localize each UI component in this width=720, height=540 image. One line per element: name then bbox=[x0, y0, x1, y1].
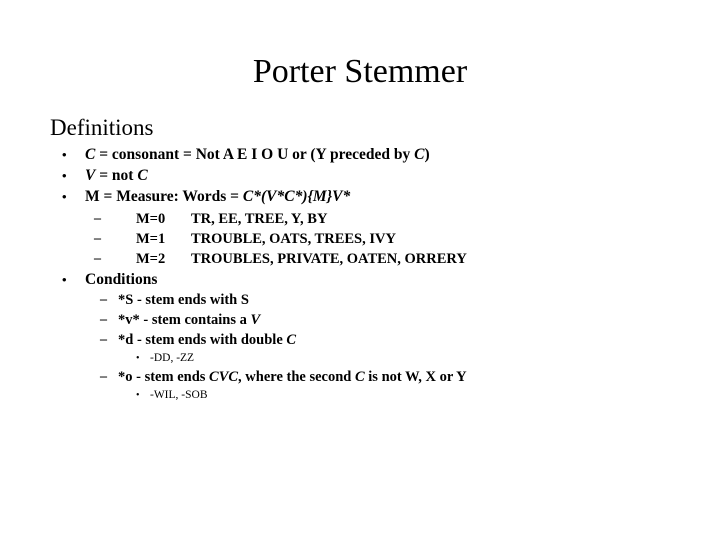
list-item: • -WIL, -SOB bbox=[50, 387, 710, 404]
section-heading-definitions: Definitions bbox=[50, 115, 154, 140]
dash-marker-icon: – bbox=[100, 369, 107, 384]
list-item: • -DD, -ZZ bbox=[50, 350, 710, 367]
dash-marker-icon: – bbox=[100, 312, 107, 327]
page-title: Porter Stemmer bbox=[252, 53, 468, 90]
symbol-c: C bbox=[85, 146, 96, 163]
symbol-c-2: C bbox=[414, 146, 425, 163]
dash-marker-icon: – bbox=[100, 292, 107, 307]
formula-symbol-v-2: V bbox=[332, 188, 343, 205]
symbol-c: C bbox=[354, 369, 365, 385]
list-item: • M = Measure: Words = C*(V*C*){M}V* bbox=[50, 186, 710, 207]
condition-text: - stem ends with S bbox=[133, 292, 249, 308]
condition-code: *S bbox=[118, 292, 134, 308]
measure-examples: TR, EE, TREE, Y, BY bbox=[191, 211, 328, 227]
condition-example: -WIL, -SOB bbox=[150, 389, 208, 401]
measure-label: M=1 bbox=[136, 231, 166, 247]
bullet-marker-icon: • bbox=[62, 147, 67, 162]
formula-symbol-v: V bbox=[266, 188, 277, 205]
list-item: – *v* - stem contains a V bbox=[50, 310, 710, 330]
condition-code: *v* bbox=[118, 312, 140, 328]
measure-lead-text: M = Measure: Words = bbox=[85, 188, 243, 205]
condition-example: -DD, -ZZ bbox=[150, 352, 195, 364]
symbol-v: V bbox=[85, 167, 96, 184]
list-item: • C = consonant = Not A E I O U or (Y pre… bbox=[50, 144, 710, 165]
condition-text-3: is not W, X or Y bbox=[364, 369, 467, 385]
dot-marker-icon: • bbox=[136, 390, 140, 401]
condition-code: *o bbox=[118, 369, 133, 385]
condition-text: - stem ends bbox=[132, 369, 210, 385]
symbol-c: C bbox=[137, 167, 148, 184]
bullet-marker-icon: • bbox=[62, 168, 67, 183]
measure-examples: TROUBLE, OATS, TREES, IVY bbox=[191, 231, 396, 247]
measure-examples: TROUBLES, PRIVATE, OATEN, ORRERY bbox=[191, 251, 467, 267]
slide-canvas: Porter Stemmer Definitions • C = consonan… bbox=[0, 0, 720, 540]
condition-text: - stem contains a bbox=[139, 312, 251, 328]
definition-text: = not bbox=[95, 167, 138, 184]
symbol-c: C bbox=[286, 332, 297, 348]
list-item: • V = not C bbox=[50, 165, 710, 186]
conditions-heading: Conditions bbox=[85, 271, 158, 288]
formula-symbol-m: M bbox=[312, 188, 327, 205]
formula-symbol-c-2: C bbox=[284, 188, 295, 205]
dash-marker-icon: – bbox=[100, 332, 107, 347]
dot-marker-icon: • bbox=[136, 353, 140, 364]
condition-code: *d bbox=[118, 332, 134, 348]
formula-part: * bbox=[342, 188, 351, 205]
measure-label: M=2 bbox=[136, 251, 166, 267]
list-item: – M=2 TROUBLES, PRIVATE, OATEN, ORRERY bbox=[50, 249, 710, 269]
formula-symbol-c: C bbox=[242, 188, 254, 205]
list-item: – *o - stem ends CVC, where the second C … bbox=[50, 367, 710, 387]
measure-label: M=0 bbox=[136, 211, 166, 227]
formula-part: *( bbox=[253, 188, 267, 205]
formula-part: *){ bbox=[294, 188, 313, 205]
definition-text: = consonant = Not A E I O U or (Y preced… bbox=[95, 146, 415, 163]
condition-text: - stem ends with double bbox=[133, 332, 287, 348]
dash-marker-icon: – bbox=[94, 251, 101, 266]
list-item: – *S - stem ends with S bbox=[50, 290, 710, 310]
list-item: – *d - stem ends with double C bbox=[50, 330, 710, 350]
symbol-v: V bbox=[250, 312, 261, 328]
dash-marker-icon: – bbox=[94, 231, 101, 246]
slide-body: Definitions • C = consonant = Not A E I O… bbox=[50, 114, 710, 404]
dash-marker-icon: – bbox=[94, 211, 101, 226]
symbol-cvc: CVC bbox=[209, 369, 239, 385]
condition-text-2: , where the second bbox=[238, 369, 355, 385]
bullet-marker-icon: • bbox=[62, 189, 67, 204]
list-item: – M=1 TROUBLE, OATS, TREES, IVY bbox=[50, 229, 710, 249]
list-item: – M=0 TR, EE, TREE, Y, BY bbox=[50, 209, 710, 229]
list-item: • Conditions bbox=[50, 269, 710, 290]
definition-text-end: ) bbox=[424, 146, 430, 163]
bullet-marker-icon: • bbox=[62, 272, 67, 287]
